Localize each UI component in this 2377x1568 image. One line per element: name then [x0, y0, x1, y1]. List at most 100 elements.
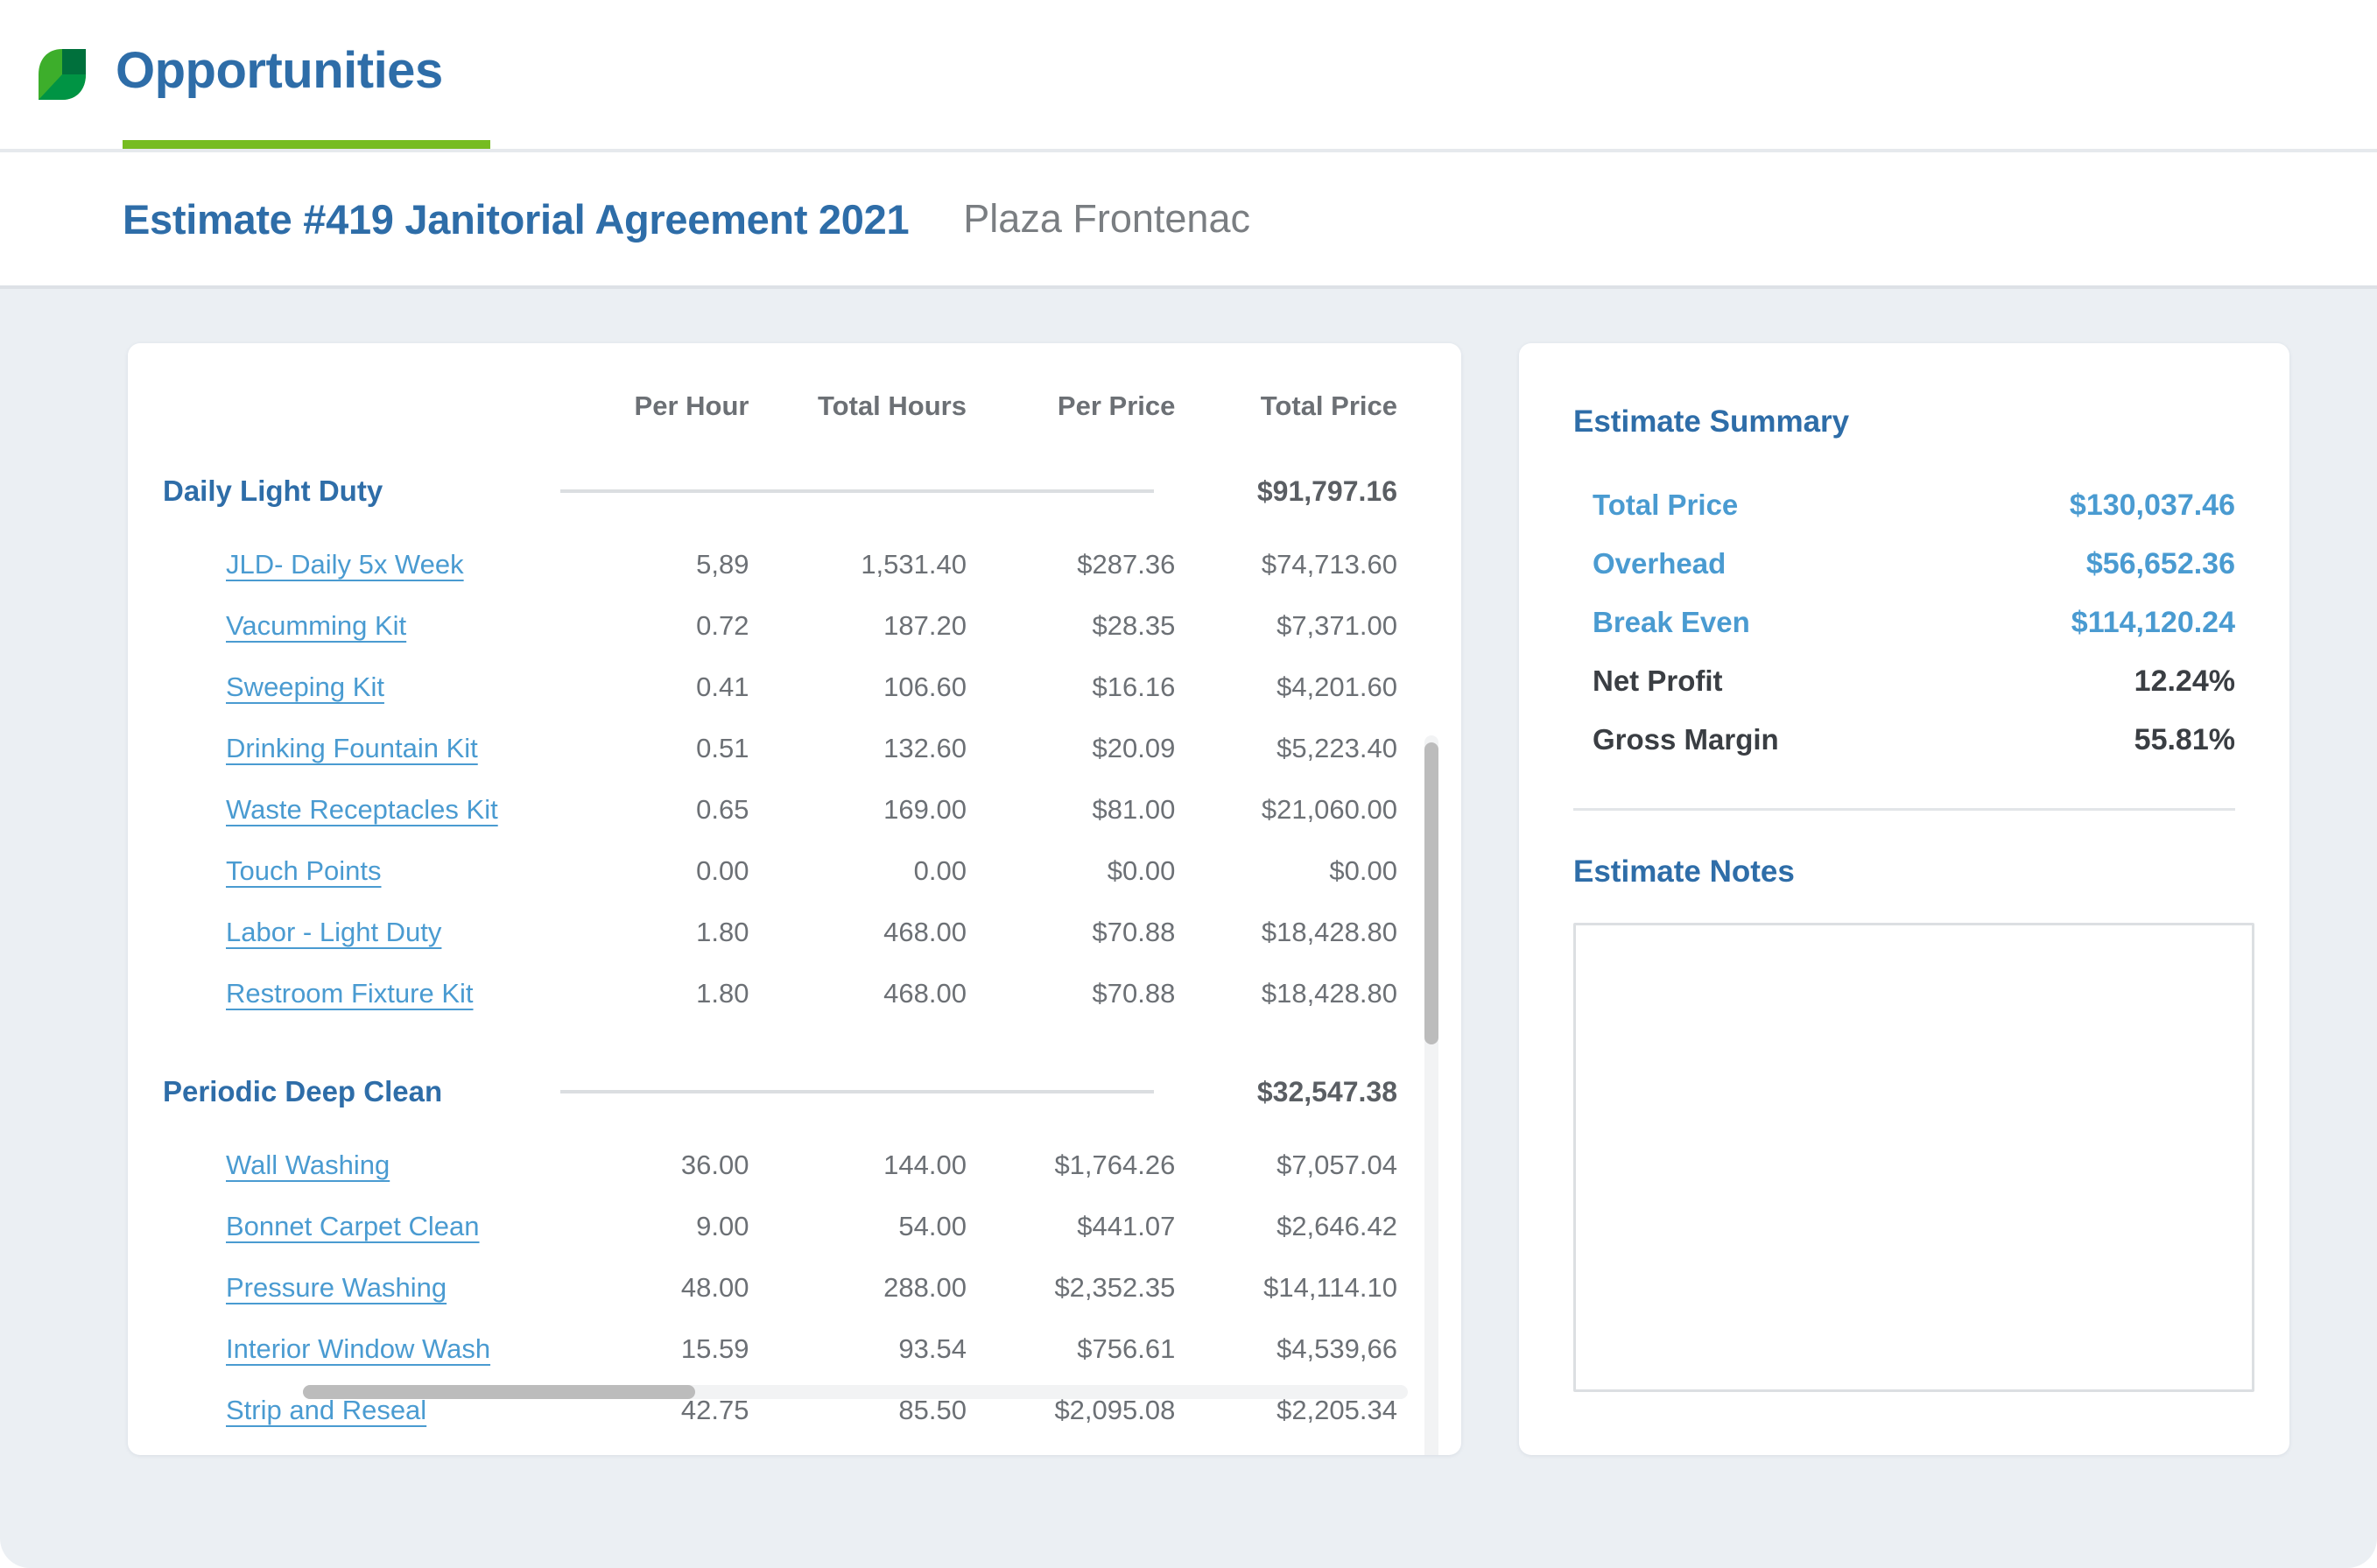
table-row: Labor - Light Duty 1.80 468.00 $70.88 $18,42…	[163, 902, 1397, 963]
summary-label: Overhead	[1593, 547, 1726, 580]
line-items-scroll-area[interactable]: Per Hour Total Hours Per Price Total Pri…	[128, 343, 1461, 1425]
line-item-per-hour: 0.65	[696, 794, 749, 825]
line-item-per-hour: 1.80	[696, 978, 749, 1009]
summary-value: $56,652.36	[2085, 547, 2235, 580]
line-item-name-cell: Sweeping Kit	[163, 657, 545, 718]
estimate-title: Estimate #419 Janitorial Agreement 2021	[123, 195, 910, 243]
table-row: Pressure Washing 48.00 288.00 $2,352.35 $14,…	[163, 1257, 1397, 1318]
line-item-per-price: $287.36	[1077, 549, 1176, 580]
line-item-total-price: $18,428.80	[1261, 978, 1397, 1009]
line-item-total-hours: 1,531.40	[861, 549, 967, 580]
line-item-name-cell: Vacumming Kit	[163, 595, 545, 657]
summary-label: Gross Margin	[1593, 723, 1779, 756]
table-row: Vacumming Kit 0.72 187.20 $28.35 $7,371.00	[163, 595, 1397, 657]
column-header-total-hours: Total Hours	[818, 390, 967, 421]
line-item-link[interactable]: Sweeping Kit	[163, 671, 384, 703]
table-row: Drinking Fountain Kit 0.51 132.60 $20.09 $5,…	[163, 718, 1397, 779]
column-header-per-price: Per Price	[1057, 390, 1176, 421]
line-item-total-hours: 288.00	[883, 1272, 967, 1303]
line-items-table: Per Hour Total Hours Per Price Total Pri…	[163, 390, 1397, 1441]
summary-value: 12.24%	[2134, 664, 2235, 698]
summary-row: Overhead $56,652.36	[1573, 535, 2235, 594]
line-item-link[interactable]: Vacumming Kit	[163, 610, 406, 642]
summary-value: $130,037.46	[2069, 489, 2235, 522]
group-name: Daily Light Duty	[163, 475, 383, 507]
line-item-link[interactable]: Strip and Reseal	[163, 1395, 426, 1426]
line-item-per-hour: 9.00	[696, 1211, 749, 1241]
line-item-total-price: $2,646.42	[1276, 1211, 1397, 1241]
group-name: Periodic Deep Clean	[163, 1075, 443, 1107]
table-row: Waste Receptacles Kit 0.65 169.00 $81.00 $21…	[163, 779, 1397, 840]
line-item-total-price: $14,114.10	[1263, 1272, 1397, 1303]
line-item-per-hour: 36.00	[680, 1150, 749, 1180]
line-item-name-cell: Labor - Light Duty	[163, 902, 545, 963]
line-item-name-cell: JLD- Daily 5x Week	[163, 534, 545, 595]
line-item-link[interactable]: Touch Points	[163, 855, 382, 887]
line-item-name-cell: Wall Washing	[163, 1135, 545, 1196]
page-body: Per Hour Total Hours Per Price Total Pri…	[0, 289, 2377, 1568]
line-item-link[interactable]: JLD- Daily 5x Week	[163, 549, 464, 580]
line-item-total-hours: 132.60	[883, 733, 967, 763]
line-item-total-hours: 169.00	[883, 794, 967, 825]
group-header-row: Periodic Deep Clean $32,547.38	[163, 1063, 1397, 1135]
line-item-per-price: $1,764.26	[1054, 1150, 1176, 1180]
line-item-per-price: $441.07	[1077, 1211, 1176, 1241]
line-item-per-price: $0.00	[1107, 855, 1176, 886]
line-item-per-hour: 0.72	[696, 610, 749, 641]
table-row: Wall Washing 36.00 144.00 $1,764.26 $7,057.0…	[163, 1135, 1397, 1196]
line-item-total-price: $21,060.00	[1261, 794, 1397, 825]
line-item-name-cell: Touch Points	[163, 840, 545, 902]
line-item-per-price: $2,352.35	[1054, 1272, 1176, 1303]
summary-label: Total Price	[1593, 489, 1739, 521]
line-item-name-cell: Interior Window Wash	[163, 1318, 545, 1380]
page-title-accent-underline	[123, 140, 490, 149]
customer-name: Plaza Frontenac	[963, 196, 1250, 241]
line-item-per-price: $28.35	[1092, 610, 1176, 641]
line-item-link[interactable]: Interior Window Wash	[163, 1333, 490, 1365]
line-item-per-price: $81.00	[1092, 794, 1176, 825]
horizontal-scrollbar-thumb[interactable]	[303, 1385, 695, 1399]
line-item-total-hours: 106.60	[883, 671, 967, 702]
table-row: Sweeping Kit 0.41 106.60 $16.16 $4,201.60	[163, 657, 1397, 718]
line-item-total-hours: 468.00	[883, 917, 967, 947]
column-header-total-price: Total Price	[1260, 390, 1397, 421]
group-rule	[545, 1063, 1175, 1135]
page-title: Opportunities	[116, 42, 443, 99]
summary-row: Gross Margin 55.81%	[1573, 711, 2235, 770]
vertical-scrollbar-thumb[interactable]	[1424, 742, 1438, 1044]
line-item-name-cell: Restroom Fixture Kit	[163, 963, 545, 1024]
table-header-row: Per Hour Total Hours Per Price Total Pri…	[163, 390, 1397, 462]
line-item-total-price: $7,371.00	[1276, 610, 1397, 641]
summary-row: Total Price $130,037.46	[1573, 476, 2235, 535]
line-item-per-hour: 15.59	[680, 1333, 749, 1364]
summary-label: Break Even	[1593, 606, 1750, 638]
table-row: Bonnet Carpet Clean 9.00 54.00 $441.07 $2,64…	[163, 1196, 1397, 1257]
summary-divider	[1573, 808, 2235, 811]
group-total: $32,547.38	[1256, 1075, 1397, 1107]
summary-row: Net Profit 12.24%	[1573, 652, 2235, 711]
line-item-link[interactable]: Waste Receptacles Kit	[163, 794, 498, 826]
line-item-total-price: $0.00	[1329, 855, 1397, 886]
line-item-per-hour: 1.80	[696, 917, 749, 947]
line-item-link[interactable]: Pressure Washing	[163, 1272, 447, 1304]
line-item-link[interactable]: Drinking Fountain Kit	[163, 733, 478, 764]
column-header-name	[163, 390, 545, 462]
group-rule	[545, 462, 1175, 534]
estimate-notes-input[interactable]	[1573, 923, 2254, 1392]
line-item-total-price: $4,201.60	[1276, 671, 1397, 702]
line-item-link[interactable]: Restroom Fixture Kit	[163, 978, 474, 1009]
line-item-total-price: $74,713.60	[1261, 549, 1397, 580]
line-item-link[interactable]: Labor - Light Duty	[163, 917, 441, 948]
line-item-name-cell: Waste Receptacles Kit	[163, 779, 545, 840]
line-item-name-cell: Bonnet Carpet Clean	[163, 1196, 545, 1257]
line-item-per-hour: 5,89	[696, 549, 749, 580]
line-item-total-price: $7,057.04	[1276, 1150, 1397, 1180]
line-item-link[interactable]: Wall Washing	[163, 1150, 390, 1181]
column-header-per-hour: Per Hour	[634, 390, 749, 421]
summary-row: Break Even $114,120.24	[1573, 594, 2235, 652]
line-item-total-price: $5,223.40	[1276, 733, 1397, 763]
estimate-summary-rows: Total Price $130,037.46 Overhead $56,652.36…	[1573, 476, 2235, 770]
line-item-link[interactable]: Bonnet Carpet Clean	[163, 1211, 480, 1242]
leaf-logo-icon	[37, 47, 88, 102]
line-item-per-price: $70.88	[1092, 978, 1176, 1009]
